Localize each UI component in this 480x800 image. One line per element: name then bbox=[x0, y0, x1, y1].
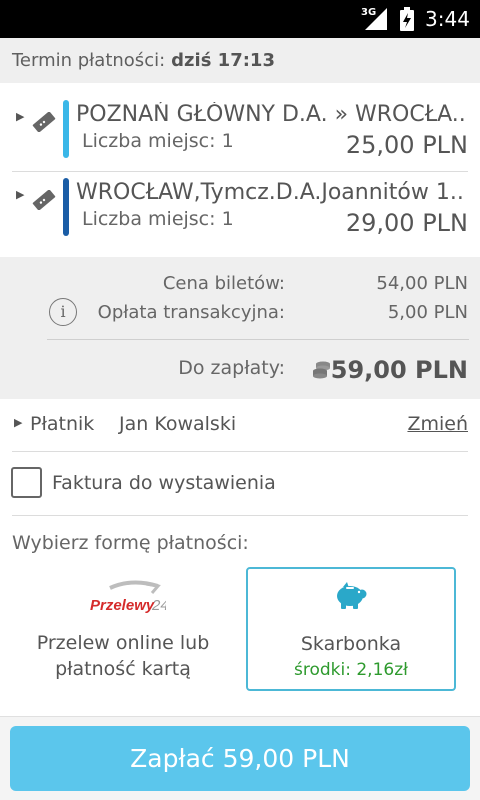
status-bar: 3G 3:44 bbox=[0, 0, 480, 38]
change-payer-link[interactable]: Zmień bbox=[407, 413, 468, 435]
battery-icon bbox=[400, 7, 414, 31]
invoice-checkbox[interactable] bbox=[11, 467, 42, 498]
payer-label: Płatnik bbox=[30, 413, 95, 435]
payment-deadline: Termin płatności: dziś 17:13 bbox=[0, 38, 480, 83]
info-icon[interactable]: i bbox=[49, 298, 77, 326]
ticket-route: POZNAŃ GŁÓWNY D.A. » WROCŁA.. bbox=[76, 102, 466, 127]
divider bbox=[12, 515, 468, 516]
ticket-route: WROCŁAW,Tymcz.D.A.Joannitów 1.. bbox=[76, 180, 464, 205]
divider bbox=[12, 171, 468, 172]
skarbonka-funds: środki: 2,16zł bbox=[294, 660, 408, 680]
divider bbox=[47, 339, 469, 340]
ticket-color-bar bbox=[63, 100, 69, 158]
przelewy24-line1: Przelew online lub bbox=[36, 632, 210, 654]
ticket-price: 25,00 PLN bbox=[345, 131, 468, 159]
ticket-icon bbox=[32, 190, 56, 210]
invoice-label: Faktura do wystawienia bbox=[52, 472, 276, 494]
skarbonka-option[interactable]: Skarbonka środki: 2,16zł bbox=[246, 567, 456, 691]
invoice-option[interactable]: Faktura do wystawienia bbox=[0, 452, 480, 514]
pay-button[interactable]: Zapłać 59,00 PLN bbox=[10, 726, 470, 791]
ticket-color-bar bbox=[63, 178, 69, 236]
piggy-bank-icon bbox=[337, 582, 367, 609]
total-label: Do zapłaty: bbox=[178, 357, 285, 379]
skarbonka-name: Skarbonka bbox=[300, 633, 402, 655]
ticket-price: 29,00 PLN bbox=[345, 209, 468, 237]
svg-text:24: 24 bbox=[151, 597, 166, 614]
ticket-item[interactable]: ▶ POZNAŃ GŁÓWNY D.A. » WROCŁA.. Liczba m… bbox=[0, 98, 480, 175]
ticket-icon bbox=[32, 112, 56, 132]
ticket-seats: Liczba miejsc: 1 bbox=[82, 130, 234, 152]
total-value: 59,00 PLN bbox=[330, 356, 468, 384]
tickets-price-value: 54,00 PLN bbox=[376, 273, 468, 294]
expand-arrow-icon[interactable]: ▶ bbox=[16, 188, 24, 201]
przelewy24-line2: płatność kartą bbox=[55, 658, 191, 680]
payer-name: Jan Kowalski bbox=[119, 413, 237, 435]
tickets-price-label: Cena biletów: bbox=[162, 273, 285, 294]
payment-method-title: Wybierz formę płatności: bbox=[12, 532, 249, 554]
clock: 3:44 bbox=[425, 7, 470, 31]
deadline-value: dziś 17:13 bbox=[171, 50, 275, 71]
fee-label: Opłata transakcyjna: bbox=[97, 302, 285, 323]
przelewy24-description: Przelew online lub płatność kartą bbox=[12, 630, 234, 682]
payer-row[interactable]: ▶ Płatnik Jan Kowalski Zmień bbox=[0, 402, 480, 450]
deadline-label: Termin płatności: bbox=[12, 50, 166, 71]
ticket-item[interactable]: ▶ WROCŁAW,Tymcz.D.A.Joannitów 1.. Liczba… bbox=[0, 176, 480, 253]
expand-arrow-icon[interactable]: ▶ bbox=[14, 416, 22, 429]
ticket-seats: Liczba miejsc: 1 bbox=[82, 208, 234, 230]
svg-text:Przelewy: Przelewy bbox=[90, 597, 155, 614]
przelewy24-option[interactable]: Przelewy 24 Przelew online lub płatność … bbox=[12, 568, 234, 690]
coins-icon bbox=[313, 361, 330, 379]
expand-arrow-icon[interactable]: ▶ bbox=[16, 110, 24, 123]
signal-icon bbox=[365, 8, 387, 30]
przelewy24-logo: Przelewy 24 bbox=[90, 580, 166, 614]
fee-value: 5,00 PLN bbox=[387, 302, 468, 323]
